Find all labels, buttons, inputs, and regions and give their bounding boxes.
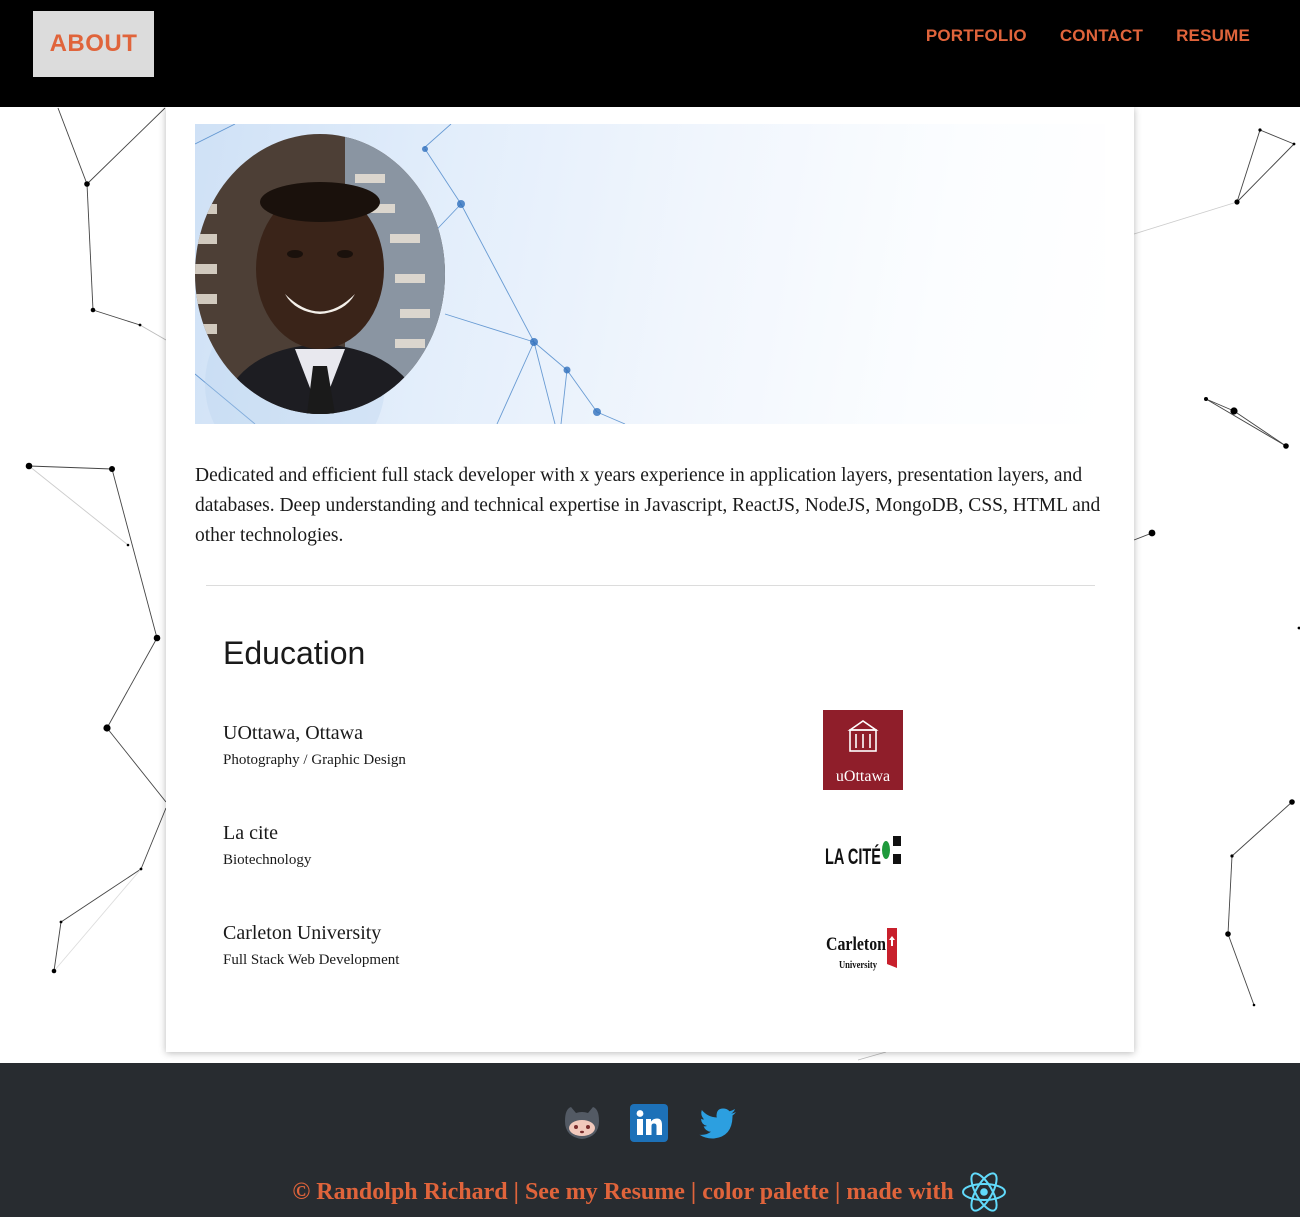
education-school: Carleton University bbox=[223, 922, 382, 944]
copyright-text: © Randolph Richard bbox=[292, 1178, 508, 1205]
footer-separator: | bbox=[684, 1178, 703, 1205]
top-navbar: ABOUT PORTFOLIO CONTACT RESUME bbox=[0, 0, 1300, 107]
bio-text: Dedicated and efficient full stack devel… bbox=[195, 465, 1101, 546]
education-heading: Education bbox=[223, 635, 366, 671]
uottawa-logo: uOttawa bbox=[823, 710, 903, 790]
education-program: Biotechnology bbox=[223, 852, 312, 868]
education-school: UOttawa, Ottawa bbox=[223, 722, 363, 744]
svg-text:University: University bbox=[839, 959, 877, 971]
profile-photo bbox=[195, 134, 445, 414]
github-icon[interactable] bbox=[562, 1103, 602, 1143]
education-school: La cite bbox=[223, 822, 278, 844]
la-cite-logo-text: LA CITÉ bbox=[825, 844, 881, 869]
footer-separator: | bbox=[507, 1178, 525, 1205]
nav-links: PORTFOLIO CONTACT RESUME bbox=[926, 26, 1250, 46]
education-item: Carleton University Full Stack Web Devel… bbox=[223, 922, 1103, 1002]
react-icon bbox=[961, 1172, 1006, 1212]
color-palette-link[interactable]: color palette bbox=[702, 1179, 829, 1206]
uottawa-logo-text: uOttawa bbox=[836, 768, 890, 785]
svg-text:Carleton: Carleton bbox=[826, 934, 886, 955]
footer-separator: | bbox=[829, 1178, 847, 1205]
education-program: Full Stack Web Development bbox=[223, 952, 400, 968]
section-divider bbox=[206, 585, 1095, 586]
about-card: Dedicated and efficient full stack devel… bbox=[166, 107, 1134, 1052]
twitter-icon[interactable] bbox=[698, 1103, 738, 1143]
education-program: Photography / Graphic Design bbox=[223, 752, 406, 768]
nav-contact-link[interactable]: CONTACT bbox=[1060, 26, 1143, 46]
la-cite-logo: LA CITÉ bbox=[823, 810, 903, 890]
linkedin-icon[interactable] bbox=[630, 1104, 668, 1142]
footer-credits: © Randolph Richard | See my Resume | col… bbox=[0, 1170, 1300, 1214]
carleton-logo: Carleton University bbox=[823, 910, 903, 990]
profile-banner bbox=[195, 124, 1105, 424]
made-with-text: made with bbox=[846, 1178, 954, 1205]
site-footer: © Randolph Richard | See my Resume | col… bbox=[0, 1063, 1300, 1217]
nav-about-link[interactable]: ABOUT bbox=[33, 11, 154, 77]
nav-resume-link[interactable]: RESUME bbox=[1176, 26, 1250, 46]
profile-photo-graphic bbox=[195, 134, 445, 414]
education-item: La cite Biotechnology LA CITÉ bbox=[223, 822, 1103, 902]
resume-link[interactable]: See my Resume bbox=[525, 1179, 685, 1206]
nav-portfolio-link[interactable]: PORTFOLIO bbox=[926, 26, 1027, 46]
education-item: UOttawa, Ottawa Photography / Graphic De… bbox=[223, 710, 1103, 802]
